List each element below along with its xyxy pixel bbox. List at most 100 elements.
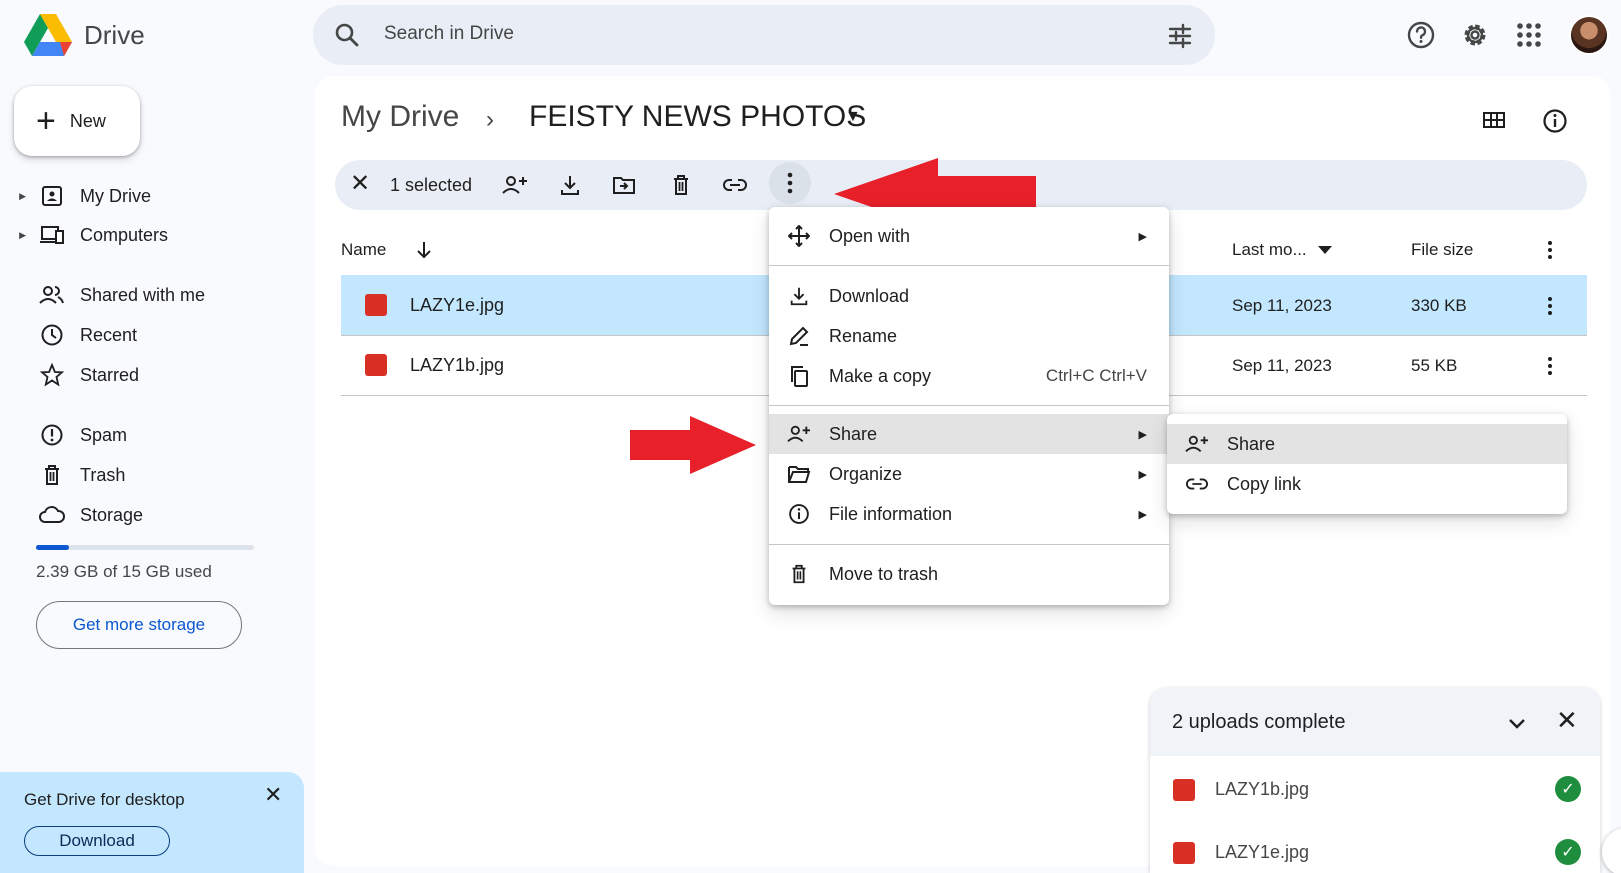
search-input[interactable]: Search in Drive (384, 23, 514, 45)
account-avatar[interactable] (1569, 15, 1609, 55)
menu-item-file-information[interactable]: File information ▶ (769, 494, 1169, 534)
clear-selection-icon[interactable]: ✕ (350, 172, 370, 196)
people-icon (34, 283, 70, 307)
menu-divider (769, 265, 1169, 266)
collapse-chevron-icon[interactable] (1506, 712, 1528, 734)
sidebar-item-storage[interactable]: Storage (0, 497, 300, 533)
file-name[interactable]: LAZY1e.jpg (410, 295, 504, 316)
row-more-icon[interactable] (1547, 356, 1553, 376)
sidebar-item-label: Starred (80, 364, 140, 385)
menu-divider (769, 405, 1169, 406)
sidebar-item-label: Recent (80, 324, 138, 345)
image-file-icon (1173, 842, 1195, 864)
sidebar-item-recent[interactable]: Recent (0, 317, 300, 353)
sidebar-item-my-drive[interactable]: ▶ My Drive (0, 178, 300, 214)
desktop-promo-panel (0, 772, 304, 873)
sidebar-item-computers[interactable]: ▶ Computers (0, 217, 300, 253)
folder-open-icon (785, 463, 813, 485)
file-name[interactable]: LAZY1b.jpg (410, 355, 504, 376)
file-size: 330 KB (1411, 296, 1467, 315)
submenu-arrow-icon: ▶ (1138, 508, 1147, 521)
column-header-file-size[interactable]: File size (1411, 240, 1473, 260)
upload-file-name[interactable]: LAZY1b.jpg (1215, 779, 1309, 800)
menu-item-open-with[interactable]: Open with ▶ (769, 216, 1169, 256)
sidebar-item-label: Storage (80, 504, 144, 525)
drive-brand[interactable]: Drive (84, 20, 145, 51)
column-header-last-modified[interactable]: Last mo... (1232, 240, 1307, 260)
menu-item-label: Rename (829, 325, 898, 346)
menu-item-move-to-trash[interactable]: Move to trash (769, 554, 1169, 594)
file-modified: Sep 11, 2023 (1232, 356, 1332, 375)
sort-arrow-down-icon[interactable] (415, 240, 433, 260)
help-icon[interactable] (1406, 20, 1436, 50)
search-options-icon[interactable] (1167, 23, 1193, 49)
folder-dropdown-icon[interactable]: ▼ (845, 108, 861, 126)
sidebar-item-label: Shared with me (80, 284, 206, 305)
submenu-item-copy-link[interactable]: Copy link (1167, 464, 1567, 504)
upload-file-name[interactable]: LAZY1e.jpg (1215, 842, 1309, 863)
sort-dropdown-icon[interactable] (1318, 246, 1332, 256)
sidebar-item-starred[interactable]: Starred (0, 357, 300, 393)
storage-usage-text: 2.39 GB of 15 GB used (36, 562, 212, 581)
context-menu (769, 207, 1169, 605)
selection-count: 1 selected (390, 175, 473, 195)
drive-logo[interactable] (24, 14, 72, 56)
grid-view-icon[interactable] (1482, 108, 1506, 132)
share-person-icon (1183, 433, 1211, 455)
copy-link-icon[interactable] (722, 173, 748, 197)
submenu-item-share[interactable]: Share (1167, 424, 1567, 464)
menu-item-organize[interactable]: Organize ▶ (769, 454, 1169, 494)
submenu-arrow-icon: ▶ (1138, 428, 1147, 441)
details-info-icon[interactable] (1542, 108, 1568, 134)
submenu-arrow-icon: ▶ (1138, 468, 1147, 481)
close-promo-icon[interactable]: ✕ (264, 782, 282, 808)
sidebar-item-label: My Drive (80, 185, 151, 206)
search-icon[interactable] (334, 22, 360, 48)
download-icon[interactable] (558, 173, 582, 197)
new-button-label: New (69, 110, 106, 131)
download-desktop-button[interactable]: Download (24, 826, 170, 856)
expand-caret-icon[interactable]: ▶ (0, 191, 28, 202)
plus-icon: + (36, 102, 56, 140)
menu-item-share[interactable]: Share ▶ (769, 414, 1169, 454)
expand-caret-icon[interactable]: ▶ (0, 230, 28, 241)
more-vert-icon[interactable] (787, 172, 793, 194)
get-more-storage-button[interactable]: Get more storage (36, 601, 242, 649)
annotation-arrow-right (630, 416, 756, 474)
settings-gear-icon[interactable] (1460, 20, 1490, 50)
clock-icon (34, 323, 70, 347)
breadcrumb-my-drive[interactable]: My Drive (341, 100, 459, 134)
sidebar-item-shared[interactable]: Shared with me (0, 277, 300, 313)
menu-item-make-copy[interactable]: Make a copy Ctrl+C Ctrl+V (769, 356, 1169, 396)
image-file-icon (365, 294, 387, 316)
move-arrows-icon (785, 225, 813, 247)
sidebar-item-spam[interactable]: Spam (0, 417, 300, 453)
row-more-icon[interactable] (1547, 296, 1553, 316)
close-uploads-icon[interactable]: ✕ (1556, 707, 1578, 733)
pencil-icon (785, 325, 813, 347)
menu-item-download[interactable]: Download (769, 276, 1169, 316)
column-options-icon[interactable] (1547, 240, 1553, 260)
breadcrumb-current-folder[interactable]: FEISTY NEWS PHOTOS (529, 100, 866, 134)
star-icon (34, 363, 70, 387)
menu-item-label: Move to trash (829, 563, 939, 584)
submenu-item-label: Copy link (1227, 473, 1302, 494)
apps-grid-icon[interactable] (1514, 20, 1544, 50)
sidebar-item-label: Spam (80, 424, 128, 445)
submenu-arrow-icon: ▶ (1138, 230, 1147, 243)
my-drive-icon (34, 184, 70, 208)
sidebar-item-label: Trash (80, 464, 126, 485)
storage-meter-fill (36, 545, 69, 550)
sidebar-item-trash[interactable]: Trash (0, 457, 300, 493)
menu-item-label: Open with (829, 225, 911, 246)
column-header-name[interactable]: Name (341, 240, 386, 260)
spam-icon (34, 423, 70, 447)
menu-item-label: Organize (829, 463, 903, 484)
share-add-person-icon[interactable] (502, 173, 528, 197)
menu-item-rename[interactable]: Rename (769, 316, 1169, 356)
delete-trash-icon[interactable] (669, 173, 693, 197)
move-folder-icon[interactable] (612, 173, 636, 197)
new-button[interactable]: + New (14, 86, 140, 156)
menu-item-label: Make a copy (829, 365, 932, 386)
download-icon (785, 285, 813, 307)
